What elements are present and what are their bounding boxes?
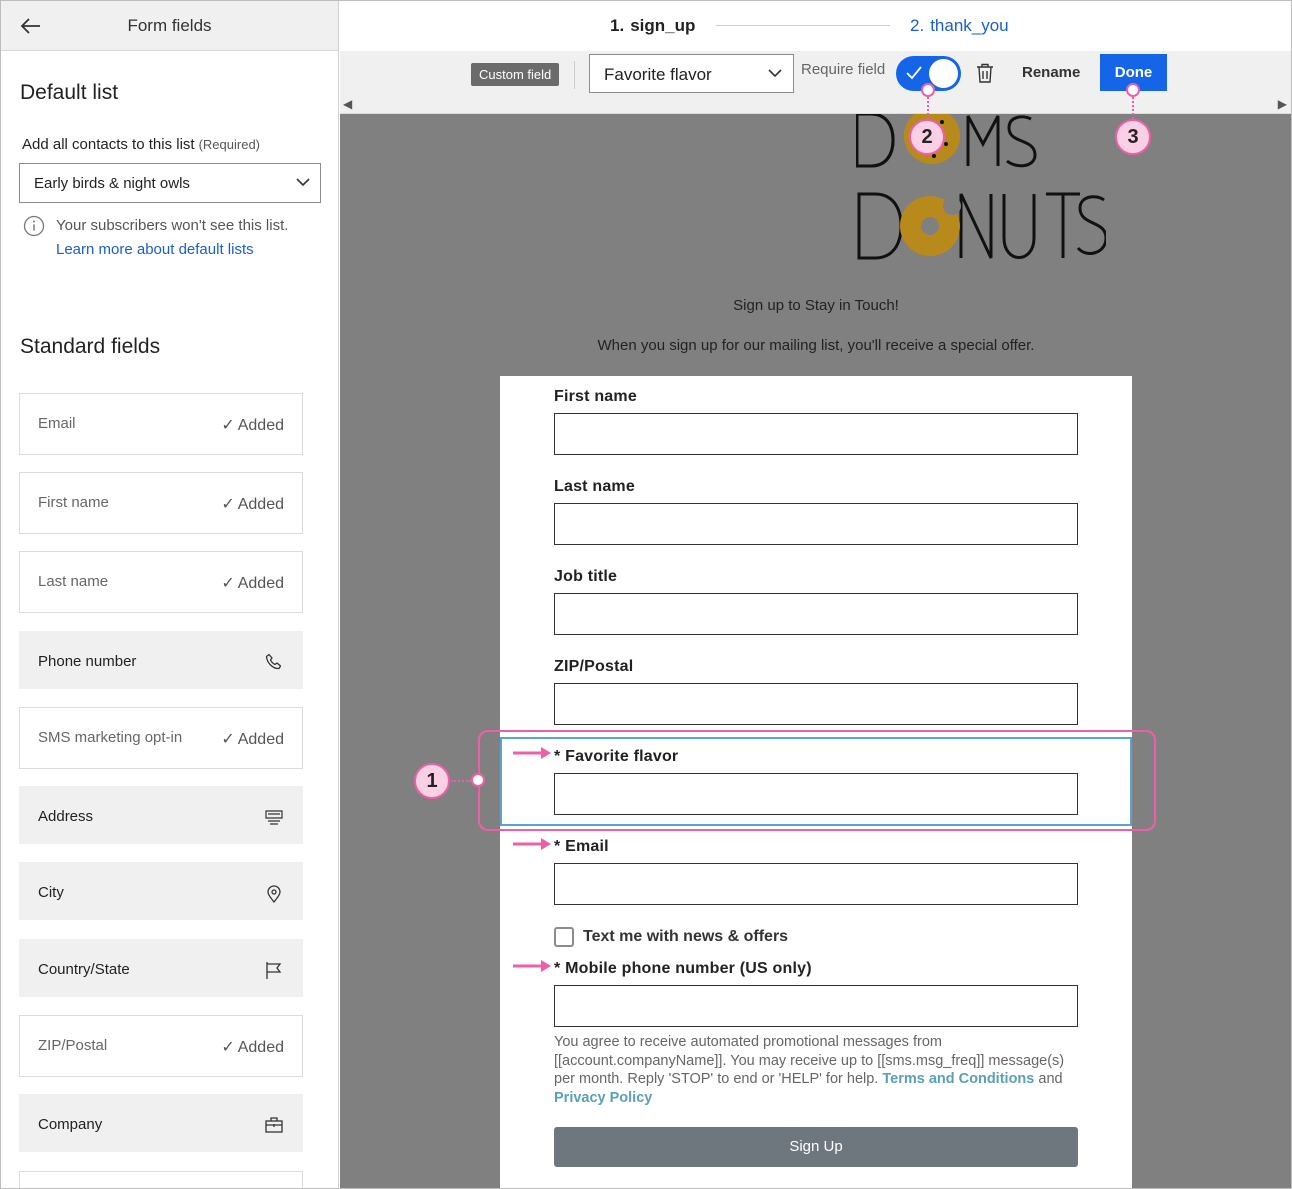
field-toolbar: Custom field Favorite flavor Require fie… [340,51,1291,114]
field-card-address[interactable]: Address [19,786,303,844]
callout-3-connector [1132,97,1134,119]
custom-field-badge: Custom field [471,63,560,86]
pink-arrow-icon [513,838,551,850]
sidebar-header: Form fields [1,1,338,51]
flag-icon [266,962,282,979]
trash-icon[interactable] [976,63,994,83]
callout-2: 2 [909,119,945,155]
last-name-label: Last name [554,478,635,495]
favorite-flavor-label: * Favorite flavor [554,748,679,765]
field-card-sms-opt-in: SMS marketing opt-in ✓ Added [19,707,303,769]
email-label: * Email [554,838,609,855]
check-icon: ✓ [221,575,235,592]
sidebar-title: Form fields [127,16,212,35]
callout-2-connector [927,97,929,119]
default-list-info: Your subscribers won't see this list. Le… [56,217,289,258]
email-offer: When you sign up for our mailing list, y… [597,337,1035,354]
step-navigation: 1. sign_up 2. thank_you [340,1,1291,51]
added-status: ✓ Added [221,417,284,434]
mobile-phone-input[interactable] [554,985,1078,1027]
callout-1-connector [451,780,471,782]
default-list-label: Add all contacts to this list (Required) [22,136,261,153]
last-name-input[interactable] [554,503,1078,545]
check-icon [906,66,922,80]
field-card-city[interactable]: City [19,862,303,920]
location-pin-icon [267,885,281,903]
email-header: Sign up to Stay in Touch! When you sign … [501,114,1131,376]
email-tagline: Sign up to Stay in Touch! [733,297,899,314]
terms-link[interactable]: Terms and Conditions [882,1071,1034,1087]
zip-postal-input[interactable] [554,683,1078,725]
sms-checkbox-label: Text me with news & offers [583,928,789,945]
pink-arrow-icon [513,747,551,759]
toggle-knob [929,59,958,88]
scroll-left-icon[interactable]: ◀ [343,97,352,111]
address-icon [265,810,283,825]
step-thank-you[interactable]: 2. thank_you [910,16,1009,36]
sign-up-button[interactable]: Sign Up [554,1127,1078,1167]
step-divider [716,25,890,26]
scroll-right-icon[interactable]: ▶ [1278,97,1287,111]
step-sign-up[interactable]: 1. sign_up [610,16,695,36]
added-status: ✓ Added [221,496,284,513]
toolbar-divider [574,61,575,89]
callout-1: 1 [414,763,450,799]
chevron-down-icon [768,69,782,78]
pink-arrow-icon [513,960,551,972]
field-card-partial [19,1171,303,1188]
form-fields-sidebar: Form fields Default list Add all contact… [1,1,339,1188]
standard-fields-heading: Standard fields [20,335,161,358]
first-name-input[interactable] [554,413,1078,455]
default-list-value: Early birds & night owls [34,175,190,192]
added-status: ✓ Added [221,731,284,748]
favorite-flavor-input[interactable] [554,773,1078,815]
phone-icon [265,653,282,670]
sms-checkbox[interactable] [554,927,574,947]
check-icon: ✓ [221,496,235,513]
added-status: ✓ Added [221,575,284,592]
field-card-country-state[interactable]: Country/State [19,939,303,997]
doms-donuts-logo [856,114,1106,260]
info-icon [23,215,45,237]
job-title-label: Job title [554,568,618,585]
app-window: Form fields Default list Add all contact… [0,0,1292,1189]
first-name-label: First name [554,388,637,405]
field-card-phone-number[interactable]: Phone number [19,631,303,689]
check-icon: ✓ [221,1039,235,1056]
zip-postal-label: ZIP/Postal [554,658,634,675]
field-select-value: Favorite flavor [604,65,712,84]
default-list-heading: Default list [20,81,119,104]
privacy-link[interactable]: Privacy Policy [554,1090,652,1106]
require-field-label: Require field [801,61,886,78]
added-status: ✓ Added [221,1039,284,1056]
rename-button[interactable]: Rename [1022,64,1080,81]
job-title-input[interactable] [554,593,1078,635]
callout-3: 3 [1115,119,1151,155]
check-icon: ✓ [221,731,235,748]
callout-2-dot [921,83,935,97]
field-select[interactable]: Favorite flavor [589,54,794,93]
field-card-last-name: Last name ✓ Added [19,551,303,613]
mobile-phone-label: * Mobile phone number (US only) [554,960,812,977]
field-card-email: Email ✓ Added [19,393,303,455]
field-card-zip-postal: ZIP/Postal ✓ Added [19,1015,303,1077]
learn-more-link[interactable]: Learn more about default lists [56,241,254,258]
check-icon: ✓ [221,417,235,434]
callout-3-dot [1126,83,1140,97]
default-list-select[interactable]: Early birds & night owls [19,163,321,203]
callout-1-dot [471,773,485,787]
field-card-company[interactable]: Company [19,1094,303,1152]
sms-legal-text: You agree to receive automated promotion… [554,1034,1065,1106]
chevron-down-icon [296,178,310,187]
field-card-first-name: First name ✓ Added [19,472,303,534]
email-input[interactable] [554,863,1078,905]
briefcase-icon [265,1117,283,1133]
